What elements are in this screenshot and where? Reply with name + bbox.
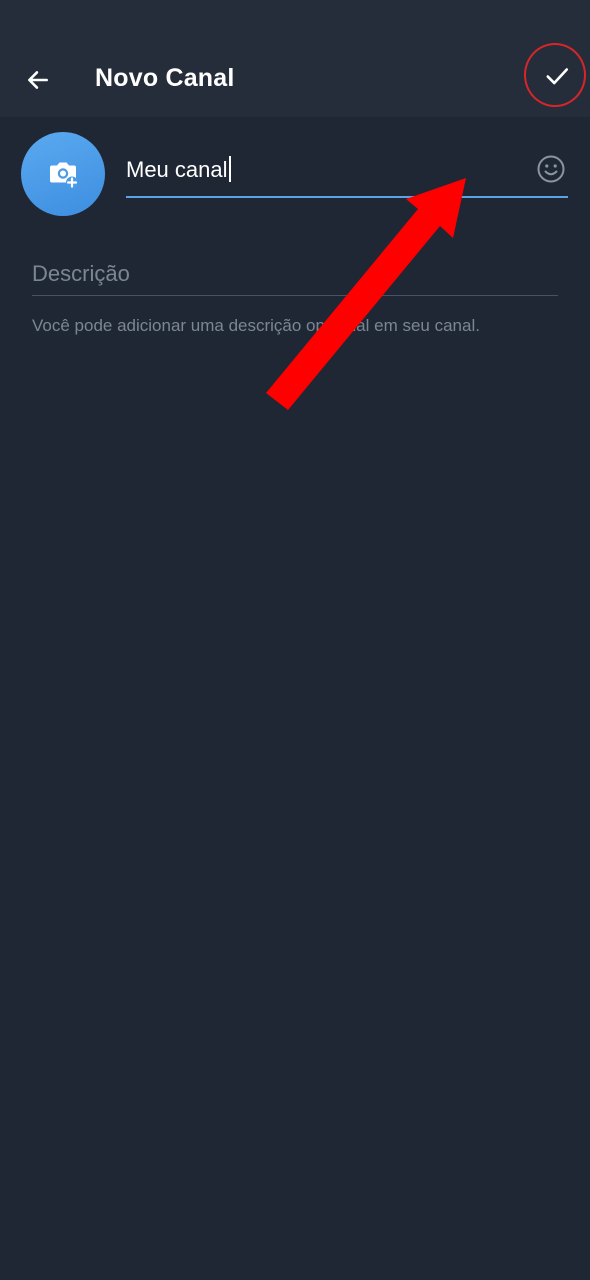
camera-add-icon [50, 162, 78, 189]
description-hint: Você pode adicionar uma descrição opcion… [32, 316, 480, 335]
channel-photo-button[interactable] [21, 132, 105, 216]
app-bar: Novo Canal [0, 0, 590, 117]
description-placeholder: Descrição [32, 261, 130, 286]
emoji-button[interactable] [535, 153, 567, 185]
back-button[interactable] [16, 58, 60, 102]
description-field[interactable]: Descrição [32, 254, 558, 296]
arrow-left-icon [28, 71, 48, 89]
done-highlight-ring [524, 43, 586, 107]
text-caret [228, 156, 231, 182]
page-title: Novo Canal [95, 64, 235, 92]
new-channel-screen: Novo Canal Meu canal Descrição Você pode… [0, 0, 590, 1280]
channel-name-input[interactable]: Meu canal [126, 156, 231, 183]
emoji-icon [537, 155, 565, 183]
channel-name-value: Meu canal [126, 157, 228, 182]
channel-name-field[interactable]: Meu canal [126, 146, 568, 198]
